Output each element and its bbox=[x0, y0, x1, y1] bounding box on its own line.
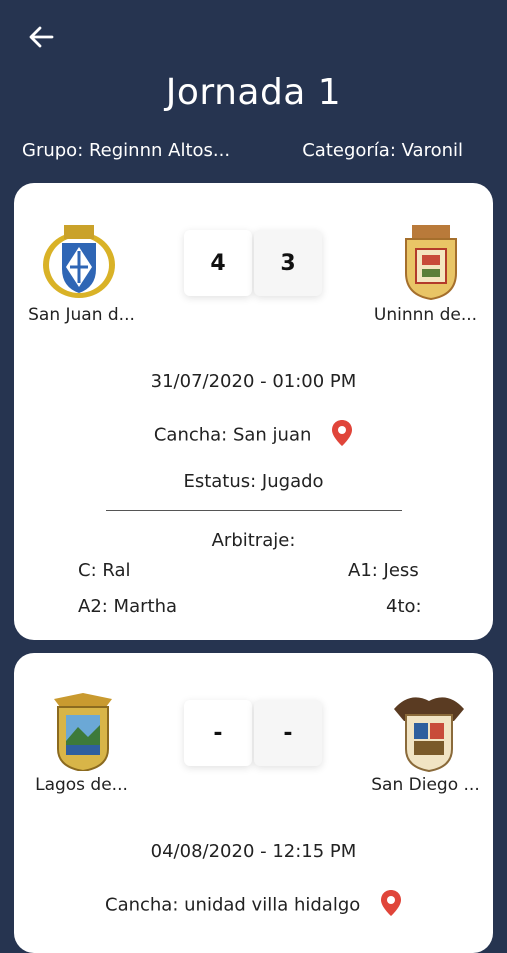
divider bbox=[106, 510, 402, 511]
eagle-crest-icon bbox=[390, 691, 468, 773]
referee-fourth: 4to: bbox=[386, 596, 422, 617]
away-score: - bbox=[254, 700, 322, 766]
group-label: Grupo: Reginnn Altos... bbox=[22, 140, 231, 161]
venue-row[interactable]: Cancha: unidad villa hidalgo bbox=[14, 889, 493, 922]
venue-row[interactable]: Cancha: San juan bbox=[14, 419, 493, 452]
referee-assistant-1: A1: Jess bbox=[348, 560, 419, 581]
referee-assistant-2: A2: Martha bbox=[78, 596, 178, 617]
location-pin-icon[interactable] bbox=[380, 889, 402, 922]
away-team-name: Uninnn de... bbox=[373, 305, 478, 325]
home-team-name: Lagos de... bbox=[35, 775, 128, 795]
shield-crest-lagos-icon bbox=[44, 693, 122, 773]
venue-label: Cancha: San juan bbox=[153, 424, 312, 446]
page-title: Jornada 1 bbox=[165, 72, 342, 113]
away-score: 3 bbox=[254, 230, 322, 296]
match-card[interactable]: San Juan d... 4 3 Uninnn de... 31/07/202… bbox=[14, 183, 493, 640]
location-pin-icon[interactable] bbox=[331, 419, 353, 452]
home-score: - bbox=[184, 700, 252, 766]
shield-crest-blue-icon bbox=[40, 221, 118, 299]
referee-center: C: Ral bbox=[78, 560, 131, 581]
venue-label: Cancha: unidad villa hidalgo bbox=[105, 894, 361, 916]
match-card[interactable]: Lagos de... - - San Diego ... 04/08/2020… bbox=[14, 653, 493, 953]
match-datetime: 04/08/2020 - 12:15 PM bbox=[150, 841, 357, 862]
arrow-left-icon bbox=[29, 26, 54, 48]
shield-crest-gold-icon bbox=[392, 223, 470, 301]
category-label: Categoría: Varonil bbox=[302, 140, 463, 161]
referees-title: Arbitraje: bbox=[211, 530, 296, 551]
match-datetime: 31/07/2020 - 01:00 PM bbox=[150, 371, 357, 392]
home-team-name: San Juan d... bbox=[28, 305, 135, 325]
back-button[interactable] bbox=[26, 22, 56, 52]
home-score: 4 bbox=[184, 230, 252, 296]
away-team-name: San Diego ... bbox=[371, 775, 480, 795]
match-status: Estatus: Jugado bbox=[183, 471, 324, 492]
